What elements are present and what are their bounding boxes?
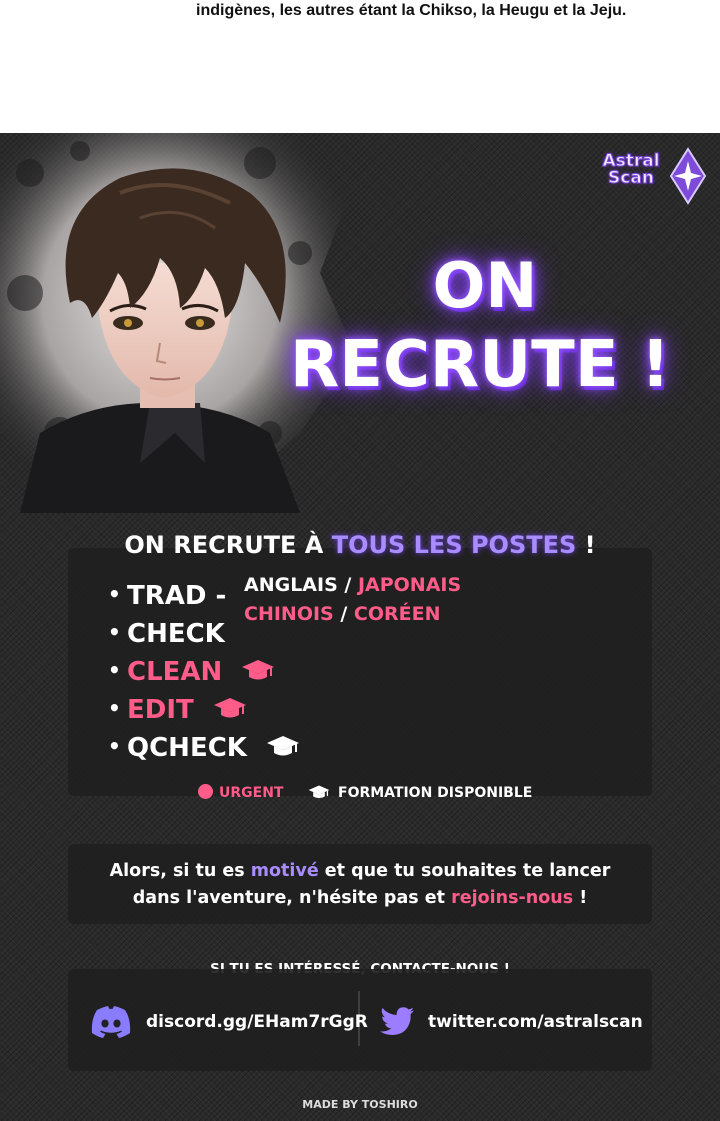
languages-line-1: ANGLAIS / JAPONAIS xyxy=(244,574,461,596)
graduation-cap-icon xyxy=(308,785,330,799)
language-english: ANGLAIS xyxy=(244,574,338,596)
role-label: TRAD - xyxy=(127,581,227,611)
headline-line-1: ON xyxy=(432,249,538,322)
logo-line-2: Scan xyxy=(608,168,655,188)
motive-part-4: ! xyxy=(573,888,588,908)
motive-accent: motivé xyxy=(250,861,319,881)
roles-title-prefix: ON RECRUTE À xyxy=(124,531,332,559)
bullet: • xyxy=(108,696,121,720)
discord-link[interactable]: discord.gg/EHam7rGgR xyxy=(146,1012,368,1032)
language-chinese: CHINOIS xyxy=(244,603,334,625)
roles-section-title: ON RECRUTE À TOUS LES POSTES ! xyxy=(0,531,720,559)
roles-title-accent: TOUS LES POSTES xyxy=(331,531,577,559)
twitter-icon xyxy=(380,1007,414,1035)
role-item-trad: • TRAD - xyxy=(108,581,226,611)
graduation-cap-icon xyxy=(267,736,299,756)
legend-urgent-label: URGENT xyxy=(219,785,284,801)
graduation-cap-icon xyxy=(242,660,275,680)
language-korean: CORÉEN xyxy=(353,603,441,625)
language-separator: / xyxy=(333,603,354,625)
role-label: CLEAN xyxy=(127,657,223,687)
roles-title-suffix: ! xyxy=(576,531,596,559)
logo-text: Astral Scan xyxy=(596,152,666,188)
role-label: CHECK xyxy=(127,619,225,649)
top-caption-text: indigènes, les autres étant la Chikso, l… xyxy=(196,2,627,19)
legend-training: FORMATION DISPONIBLE xyxy=(308,784,532,801)
motive-part-1: Alors, si tu es xyxy=(109,861,251,881)
legend: URGENT FORMATION DISPONIBLE xyxy=(0,784,720,804)
graduation-cap-icon xyxy=(213,698,246,718)
bullet: • xyxy=(108,582,121,606)
motive-part-2: et que tu souhaites te lancer xyxy=(318,861,611,881)
role-item-check: • CHECK xyxy=(108,619,225,649)
recruitment-poster: Astral Scan ON RECRUTE ! ON RECRUTE À TO… xyxy=(0,133,720,1121)
discord-icon xyxy=(91,1006,131,1038)
credit-text: MADE BY TOSHIRO xyxy=(302,1098,418,1111)
motivation-text: Alors, si tu es motivé et que tu souhait… xyxy=(68,858,652,912)
motive-part-3: dans l'aventure, n'hésite pas et xyxy=(132,888,452,908)
headline-line-2: RECRUTE ! xyxy=(289,328,670,402)
role-item-clean: • CLEAN xyxy=(108,657,275,687)
role-label: QCHECK xyxy=(127,733,247,763)
astral-scan-logo: Astral Scan xyxy=(596,147,710,205)
legend-urgent: URGENT xyxy=(198,784,283,801)
languages-line-2: CHINOIS / CORÉEN xyxy=(244,603,441,625)
role-item-qcheck: • QCHECK xyxy=(108,733,300,763)
language-separator: / xyxy=(337,574,358,596)
bullet: • xyxy=(108,620,121,644)
motive-pink: rejoins-nous xyxy=(451,888,574,908)
urgent-dot-icon xyxy=(198,784,213,799)
page-top-strip: indigènes, les autres étant la Chikso, l… xyxy=(0,0,720,133)
diamond-star-icon xyxy=(669,147,707,205)
role-item-edit: • EDIT xyxy=(108,695,247,725)
role-label: EDIT xyxy=(127,695,194,725)
language-japanese: JAPONAIS xyxy=(357,574,462,596)
twitter-link[interactable]: twitter.com/astralscan xyxy=(428,1012,643,1032)
bullet: • xyxy=(108,658,121,682)
headline: ON RECRUTE ! xyxy=(290,247,670,405)
bullet: • xyxy=(108,734,121,758)
legend-training-label: FORMATION DISPONIBLE xyxy=(338,785,533,801)
